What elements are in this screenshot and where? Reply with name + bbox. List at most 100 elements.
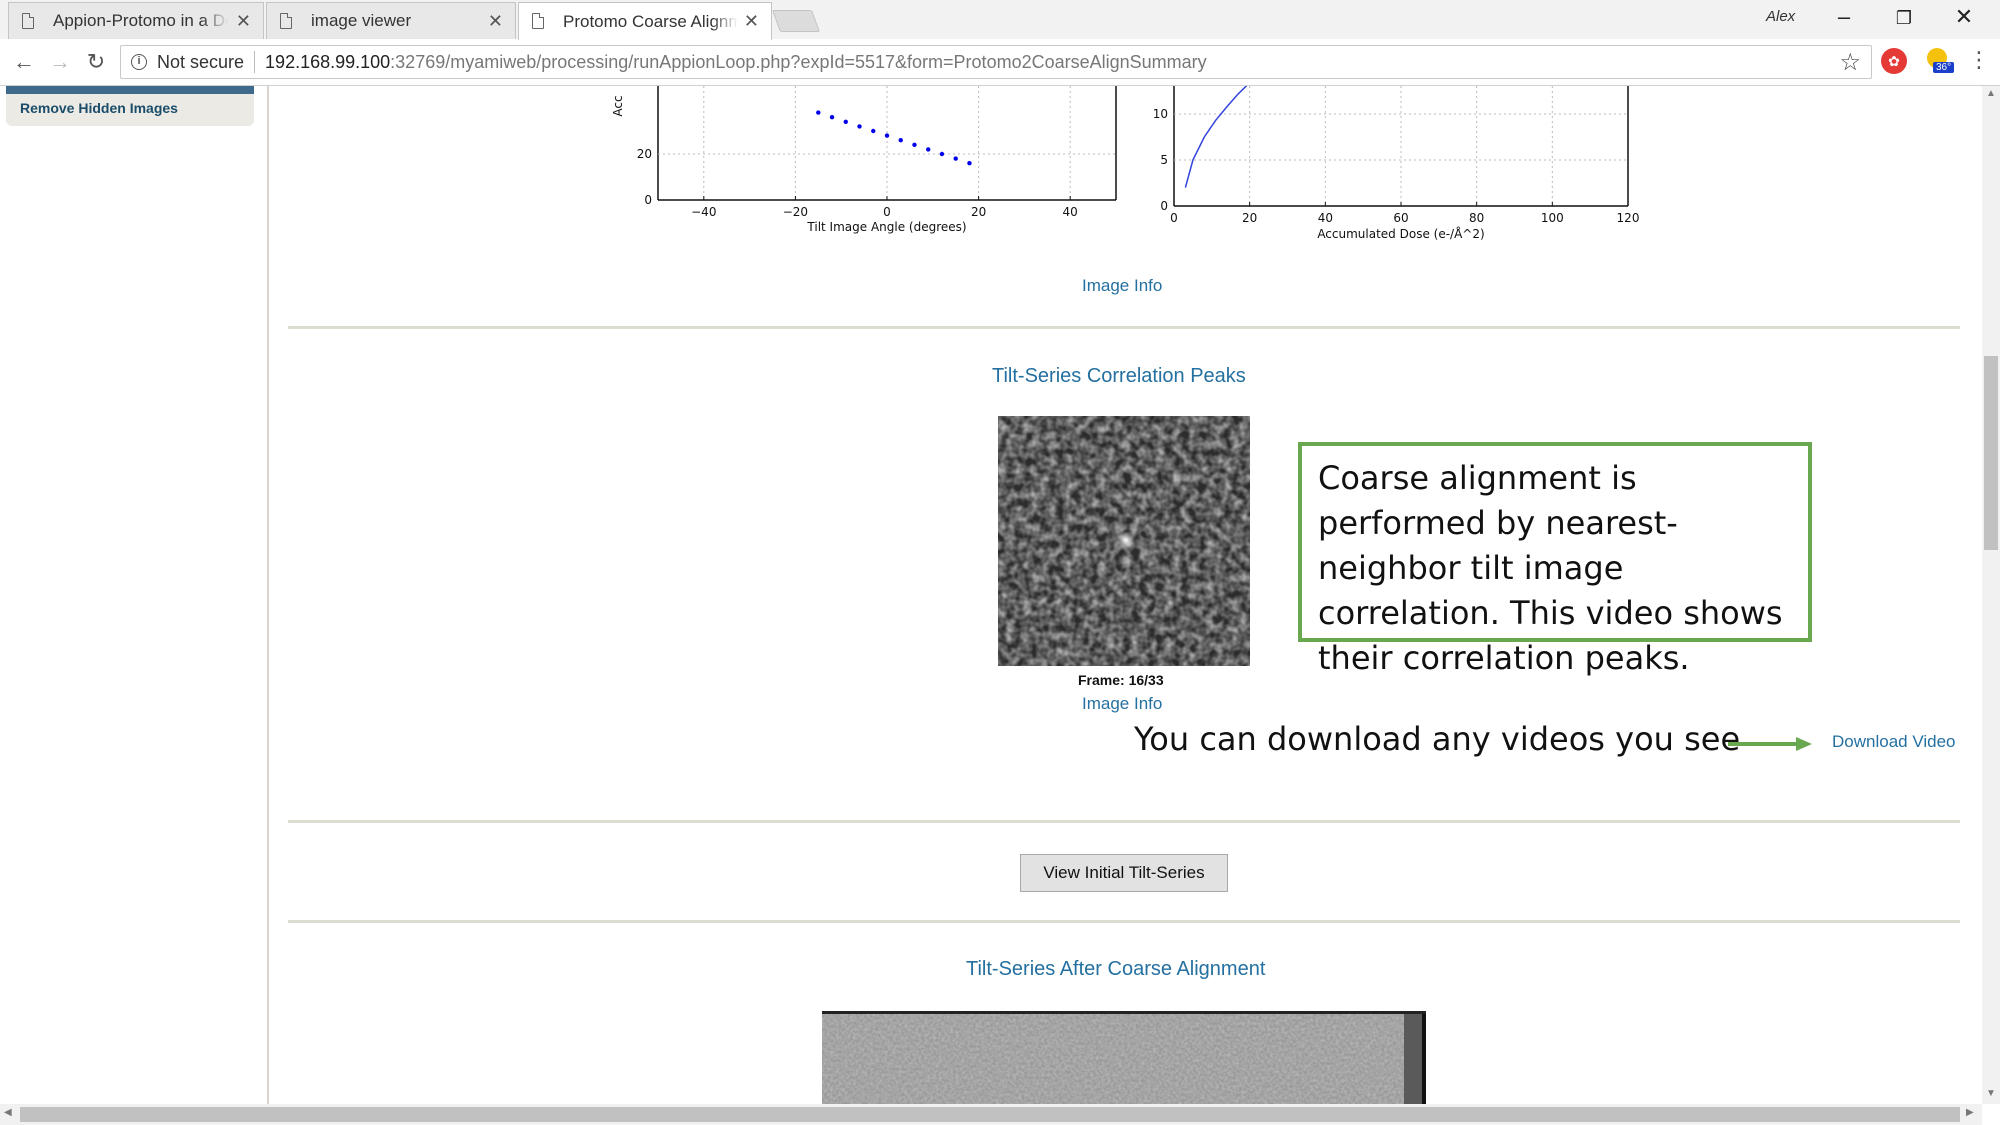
right-plot-xtick-label: 20: [1242, 211, 1257, 225]
horizontal-scrollbar[interactable]: ◀ ▶: [0, 1104, 1982, 1125]
extension-badge: 36°: [1933, 62, 1955, 73]
tab-image-viewer[interactable]: image viewer ✕: [266, 2, 516, 39]
correlation-peaks-title: Tilt-Series Correlation Peaks: [992, 365, 1246, 387]
close-icon[interactable]: ✕: [744, 11, 759, 32]
vertical-scroll-thumb[interactable]: [1984, 356, 1998, 550]
reload-icon[interactable]: ↻: [82, 49, 110, 75]
profile-name[interactable]: Alex: [1766, 8, 1795, 25]
arrow-right-icon: [1728, 737, 1812, 751]
right-plot-xtick-label: 120: [1617, 211, 1640, 225]
extension-icon[interactable]: ✿: [1881, 48, 1907, 74]
left-plot-point: [871, 128, 876, 134]
left-plot-points: [816, 110, 972, 166]
view-initial-tilt-series-button[interactable]: View Initial Tilt-Series: [1020, 854, 1228, 892]
aligned-series-title: Tilt-Series After Coarse Alignment: [966, 958, 1266, 980]
sidebar-highlight: [6, 86, 254, 94]
annotation-callout: Coarse alignment is performed by nearest…: [1298, 442, 1812, 677]
document-icon: [532, 13, 544, 29]
scroll-down-arrow-icon[interactable]: ▼: [1986, 1088, 1996, 1099]
document-icon: [280, 13, 292, 29]
sidebar-menu: Remove Hidden Images: [6, 86, 254, 126]
left-plot-xtick-label: 0: [883, 205, 891, 219]
url-path[interactable]: :32769/myamiweb/processing/runAppionLoop…: [390, 52, 1206, 73]
left-plot-ytick-label: 20: [637, 147, 652, 161]
section-divider: [288, 820, 1960, 823]
left-plot-xtick-label: −40: [691, 205, 716, 219]
right-plot-ytick-label: 0: [1160, 199, 1168, 213]
section-divider: [288, 326, 1960, 329]
sidebar-divider: [267, 86, 269, 1104]
weather-extension-icon[interactable]: 36°: [1925, 46, 1955, 76]
back-arrow-icon[interactable]: ←: [10, 49, 38, 75]
left-plot-xtick-label: 40: [1063, 205, 1078, 219]
correlation-image-info-link[interactable]: Image Info: [1082, 694, 1162, 714]
scroll-right-arrow-icon[interactable]: ▶: [1966, 1107, 1974, 1118]
left-plot-point: [967, 161, 972, 166]
left-plot-ytick-label: 0: [644, 193, 652, 207]
left-plot-point: [939, 151, 945, 157]
right-plot-xlabel: Accumulated Dose (e-/Å^2): [1317, 226, 1484, 241]
url-divider: [254, 51, 256, 73]
menu-icon[interactable]: ⋮: [1968, 47, 1990, 73]
security-label[interactable]: Not secure: [157, 52, 244, 73]
aligned-tilt-series-video[interactable]: [822, 1011, 1426, 1104]
right-plot-xtick-label: 100: [1541, 211, 1564, 225]
dose-curve: [1184, 86, 1248, 188]
left-plot-xlabel: Tilt Image Angle (degrees): [806, 220, 966, 234]
dose-plot: 0 20 40 60 80 100 120 0 5 10 Accumulated Dose (e-…: [1153, 86, 1640, 241]
left-plot-point: [884, 133, 890, 138]
tab-protomo-coarse-alignment[interactable]: Protomo Coarse Alignme ✕: [518, 2, 772, 40]
page-viewport: Remove Hidden Images −40 −20 0 20 40 0 20 Tilt…: [0, 86, 1982, 1104]
download-video-link[interactable]: Download Video: [1832, 732, 1956, 752]
correlation-peaks-video[interactable]: [998, 416, 1250, 666]
noise-texture: [998, 416, 1250, 666]
right-plot-ytick-label: 5: [1160, 153, 1168, 167]
right-plot-xtick-label: 40: [1318, 211, 1333, 225]
bookmark-star-icon[interactable]: ☆: [1839, 48, 1861, 77]
section-divider: [288, 920, 1960, 923]
left-plot-ticks: −40 −20 0 20 40 0 20: [637, 147, 1078, 219]
tab-label: Appion-Protomo in a Do: [53, 11, 228, 30]
close-icon[interactable]: ✕: [236, 11, 251, 32]
scroll-left-arrow-icon[interactable]: ◀: [4, 1107, 12, 1118]
vertical-scrollbar[interactable]: ▲ ▼: [1982, 86, 2000, 1104]
address-bar[interactable]: i Not secure 192.168.99.100 :32769/myami…: [120, 45, 1872, 79]
noise-texture: [822, 1014, 1426, 1104]
tab-label: Protomo Coarse Alignme: [563, 11, 738, 31]
left-plot-grid: [658, 86, 1116, 200]
left-plot-ylabel: Acc: [611, 95, 625, 116]
info-icon[interactable]: i: [131, 54, 147, 70]
frame-counter: Frame: 16/33: [1078, 672, 1164, 688]
right-plot-xtick-label: 60: [1393, 211, 1408, 225]
download-annotation: You can download any videos you see: [1134, 720, 1741, 758]
restore-icon[interactable]: ❐: [1884, 8, 1924, 29]
left-plot-point: [843, 119, 848, 124]
close-window-icon[interactable]: ✕: [1944, 4, 1984, 30]
left-plot-point: [898, 138, 903, 143]
tilt-angle-plot: −40 −20 0 20 40 0 20 Tilt Image Angle (degrees…: [611, 86, 1117, 234]
minimize-icon[interactable]: –: [1824, 4, 1864, 30]
right-plot-grid: [1174, 86, 1628, 206]
url-host[interactable]: 192.168.99.100: [265, 52, 390, 73]
close-icon[interactable]: ✕: [488, 11, 503, 32]
document-icon: [22, 13, 34, 29]
forward-arrow-icon[interactable]: →: [46, 49, 74, 75]
right-plot-ticks: 0 20 40 60 80 100 120 0 5 10: [1153, 107, 1640, 225]
left-plot-point: [912, 142, 917, 147]
browser-toolbar: ← → ↻ i Not secure 192.168.99.100 :32769…: [0, 39, 2000, 86]
tab-label: image viewer: [311, 11, 412, 30]
left-plot-point: [926, 147, 931, 152]
plots-area: −40 −20 0 20 40 0 20 Tilt Image Angle (degrees…: [611, 86, 1640, 241]
remove-hidden-images-link[interactable]: Remove Hidden Images: [20, 100, 178, 116]
new-tab-button[interactable]: [771, 10, 821, 32]
left-plot-point: [829, 115, 835, 120]
tab-bar: Appion-Protomo in a Do ✕ image viewer ✕ …: [0, 0, 2000, 40]
left-plot-xtick-label: 20: [971, 205, 986, 219]
left-plot-point: [816, 110, 821, 115]
right-plot-xtick-label: 0: [1170, 211, 1178, 225]
scroll-up-arrow-icon[interactable]: ▲: [1986, 88, 1996, 99]
plots-image-info-link[interactable]: Image Info: [1082, 276, 1162, 296]
tab-appion-protomo[interactable]: Appion-Protomo in a Do ✕: [8, 2, 264, 39]
left-plot-xtick-label: −20: [783, 205, 808, 219]
horizontal-scroll-thumb[interactable]: [20, 1107, 1960, 1122]
